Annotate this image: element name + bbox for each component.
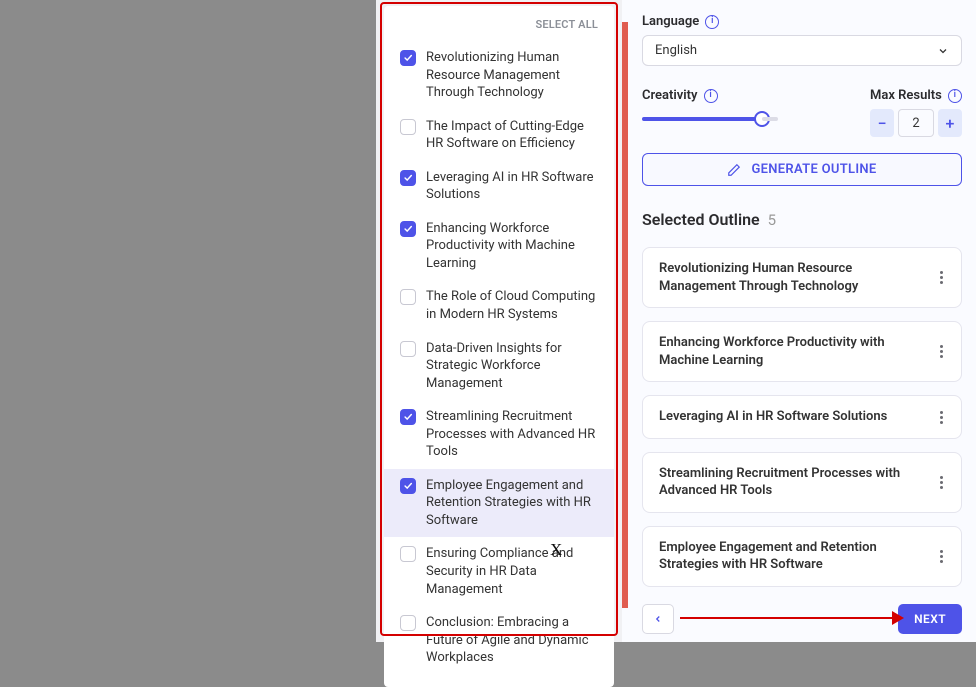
option-label: Streamlining Recruitment Processes with … [426, 408, 600, 461]
card-text: Leveraging AI in HR Software Solutions [659, 408, 923, 426]
chevron-left-icon [653, 613, 663, 625]
checkbox[interactable] [400, 289, 416, 305]
selected-outline-card[interactable]: Leveraging AI in HR Software Solutions [642, 395, 962, 439]
kebab-menu-icon[interactable] [933, 411, 949, 424]
option-label: Conclusion: Embracing a Future of Agile … [426, 614, 600, 667]
option-label: Data-Driven Insights for Strategic Workf… [426, 340, 600, 393]
outline-option[interactable]: Employee Engagement and Retention Strate… [384, 469, 614, 538]
outline-option[interactable]: Leveraging AI in HR Software Solutions [384, 161, 614, 212]
outline-option[interactable]: Enhancing Workforce Productivity with Ma… [384, 212, 614, 281]
card-text: Employee Engagement and Retention Strate… [659, 539, 923, 574]
increment-button[interactable]: + [938, 109, 962, 137]
kebab-menu-icon[interactable] [933, 271, 949, 284]
checkbox[interactable] [400, 170, 416, 186]
language-select[interactable]: English [642, 35, 962, 66]
max-results-value[interactable]: 2 [898, 109, 934, 137]
option-label: Ensuring Compliance and Security in HR D… [426, 545, 600, 598]
select-all-button[interactable]: SELECT ALL [384, 14, 614, 41]
outline-option[interactable]: Streamlining Recruitment Processes with … [384, 400, 614, 469]
red-accent-strip [622, 22, 628, 608]
outline-option[interactable]: The Impact of Cutting-Edge HR Software o… [384, 110, 614, 161]
info-icon[interactable]: i [704, 89, 718, 103]
left-blank-area [0, 0, 376, 642]
config-panel: Language i English Creativity i Max Resu… [622, 0, 976, 642]
selected-outline-card[interactable]: Streamlining Recruitment Processes with … [642, 452, 962, 513]
card-text: Streamlining Recruitment Processes with … [659, 465, 923, 500]
selected-outline-heading: Selected Outline 5 [642, 210, 962, 229]
option-label: The Role of Cloud Computing in Modern HR… [426, 288, 600, 323]
slider-thumb[interactable] [754, 111, 770, 127]
checkbox[interactable] [400, 341, 416, 357]
checkbox[interactable] [400, 409, 416, 425]
decrement-button[interactable]: − [870, 109, 894, 137]
kebab-menu-icon[interactable] [933, 476, 949, 489]
language-value: English [655, 43, 697, 58]
option-label: Employee Engagement and Retention Strate… [426, 477, 600, 530]
chevron-down-icon [937, 45, 949, 57]
card-text: Enhancing Workforce Productivity with Ma… [659, 334, 923, 369]
checkbox[interactable] [400, 546, 416, 562]
pencil-icon [727, 163, 741, 177]
back-button[interactable] [642, 604, 674, 634]
generate-outline-button[interactable]: GENERATE OUTLINE [642, 153, 962, 186]
option-label: The Impact of Cutting-Edge HR Software o… [426, 118, 600, 153]
selected-outline-card[interactable]: Employee Engagement and Retention Strate… [642, 526, 962, 587]
options-panel: SELECT ALL Revolutionizing Human Resourc… [376, 0, 622, 642]
outline-option[interactable]: The Role of Cloud Computing in Modern HR… [384, 280, 614, 331]
checkbox[interactable] [400, 221, 416, 237]
info-icon[interactable]: i [705, 15, 719, 29]
outline-option[interactable]: Conclusion: Embracing a Future of Agile … [384, 606, 614, 675]
creativity-slider[interactable] [642, 117, 762, 121]
option-label: Leveraging AI in HR Software Solutions [426, 169, 600, 204]
option-label: Revolutionizing Human Resource Managemen… [426, 49, 600, 102]
annotation-x-mark: X [550, 540, 562, 560]
outline-option[interactable]: Data-Driven Insights for Strategic Workf… [384, 332, 614, 401]
checkbox[interactable] [400, 119, 416, 135]
card-text: Revolutionizing Human Resource Managemen… [659, 260, 923, 295]
checkbox[interactable] [400, 615, 416, 631]
max-results-label: Max Results i [870, 88, 962, 103]
outline-option[interactable]: Revolutionizing Human Resource Managemen… [384, 41, 614, 110]
selected-outline-card[interactable]: Enhancing Workforce Productivity with Ma… [642, 321, 962, 382]
language-label: Language i [642, 14, 962, 29]
info-icon[interactable]: i [948, 89, 962, 103]
outline-option[interactable]: Ensuring Compliance and Security in HR D… [384, 537, 614, 606]
kebab-menu-icon[interactable] [933, 345, 949, 358]
option-label: Enhancing Workforce Productivity with Ma… [426, 220, 600, 273]
checkbox[interactable] [400, 50, 416, 66]
kebab-menu-icon[interactable] [933, 550, 949, 563]
checkbox[interactable] [400, 478, 416, 494]
creativity-label: Creativity i [642, 88, 844, 103]
selected-outline-card[interactable]: Revolutionizing Human Resource Managemen… [642, 247, 962, 308]
max-results-stepper: − 2 + [870, 109, 962, 137]
next-button[interactable]: NEXT [898, 604, 962, 634]
